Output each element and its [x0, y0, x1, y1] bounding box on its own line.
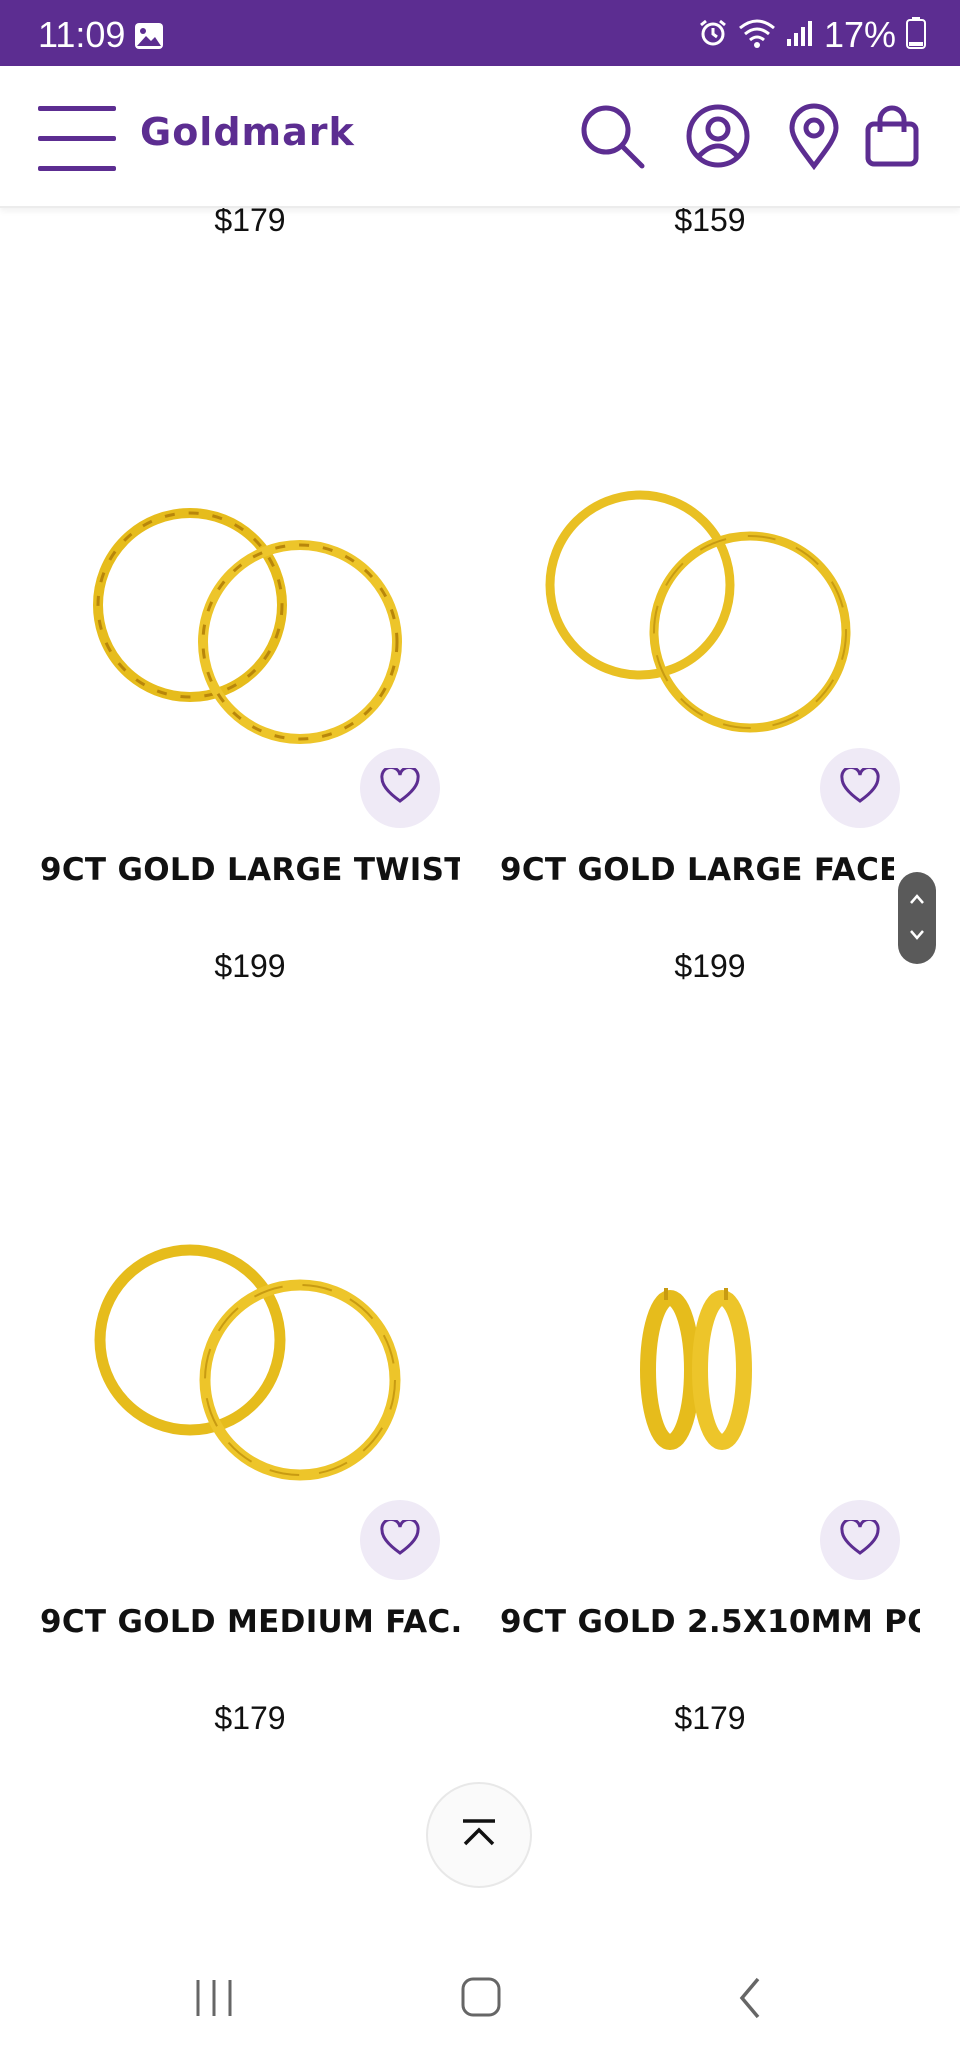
product-card[interactable]: 9CT GOLD LARGE FACET... $199	[460, 460, 920, 1020]
recent-apps-icon[interactable]	[192, 1978, 236, 2023]
wifi-icon	[738, 18, 776, 53]
alarm-icon	[698, 18, 728, 53]
status-indicators: 17%	[698, 14, 926, 56]
status-bar: 11:09 17%	[0, 0, 960, 66]
product-title[interactable]: 9CT GOLD MEDIUM FAC...	[40, 1604, 460, 1640]
site-header: Goldmark	[0, 66, 960, 208]
arrow-up-to-top-icon	[459, 1818, 499, 1853]
status-time: 11:09	[38, 14, 126, 55]
product-card[interactable]: 9CT GOLD 2.5X10MM PO... $179	[460, 1210, 920, 1770]
chevron-down-icon[interactable]	[909, 928, 925, 946]
heart-icon	[380, 1517, 420, 1561]
system-navigation-bar	[0, 1940, 960, 2059]
heart-icon	[380, 765, 420, 809]
gallery-notification-icon	[134, 22, 164, 55]
heart-icon	[840, 765, 880, 809]
wishlist-button[interactable]	[360, 748, 440, 828]
product-image[interactable]	[460, 460, 920, 790]
product-card[interactable]: 9CT GOLD LARGE TWIST ... $199	[0, 460, 460, 1020]
signal-icon	[786, 19, 814, 52]
product-price: $199	[214, 948, 286, 984]
product-title[interactable]: 9CT GOLD LARGE FACET...	[500, 852, 894, 888]
battery-percent: 17%	[823, 14, 896, 55]
heart-icon	[840, 1517, 880, 1561]
battery-icon	[906, 16, 926, 54]
account-icon[interactable]	[684, 102, 752, 170]
wishlist-button[interactable]	[820, 748, 900, 828]
product-image[interactable]	[460, 1210, 920, 1540]
product-price: $199	[674, 948, 746, 984]
location-pin-icon[interactable]	[780, 102, 848, 171]
product-image[interactable]	[0, 1210, 460, 1540]
product-price: $179	[214, 1700, 286, 1736]
back-icon[interactable]	[736, 1976, 764, 2025]
wishlist-button[interactable]	[360, 1500, 440, 1580]
product-image[interactable]	[0, 460, 460, 790]
product-title[interactable]: 9CT GOLD 2.5X10MM PO...	[500, 1604, 920, 1640]
wishlist-button[interactable]	[820, 1500, 900, 1580]
menu-icon[interactable]	[38, 106, 116, 172]
product-card[interactable]: 9CT GOLD MEDIUM FAC... $179	[0, 1210, 460, 1770]
scroll-indicator[interactable]	[898, 872, 936, 964]
product-price: $179	[674, 1700, 746, 1736]
logo[interactable]: Goldmark	[140, 110, 355, 154]
shopping-bag-icon[interactable]	[858, 102, 926, 170]
search-icon[interactable]	[578, 102, 646, 170]
product-title[interactable]: 9CT GOLD LARGE TWIST ...	[40, 852, 460, 888]
back-to-top-button[interactable]	[426, 1782, 532, 1888]
chevron-up-icon[interactable]	[909, 892, 925, 910]
home-icon[interactable]	[460, 1976, 502, 2023]
